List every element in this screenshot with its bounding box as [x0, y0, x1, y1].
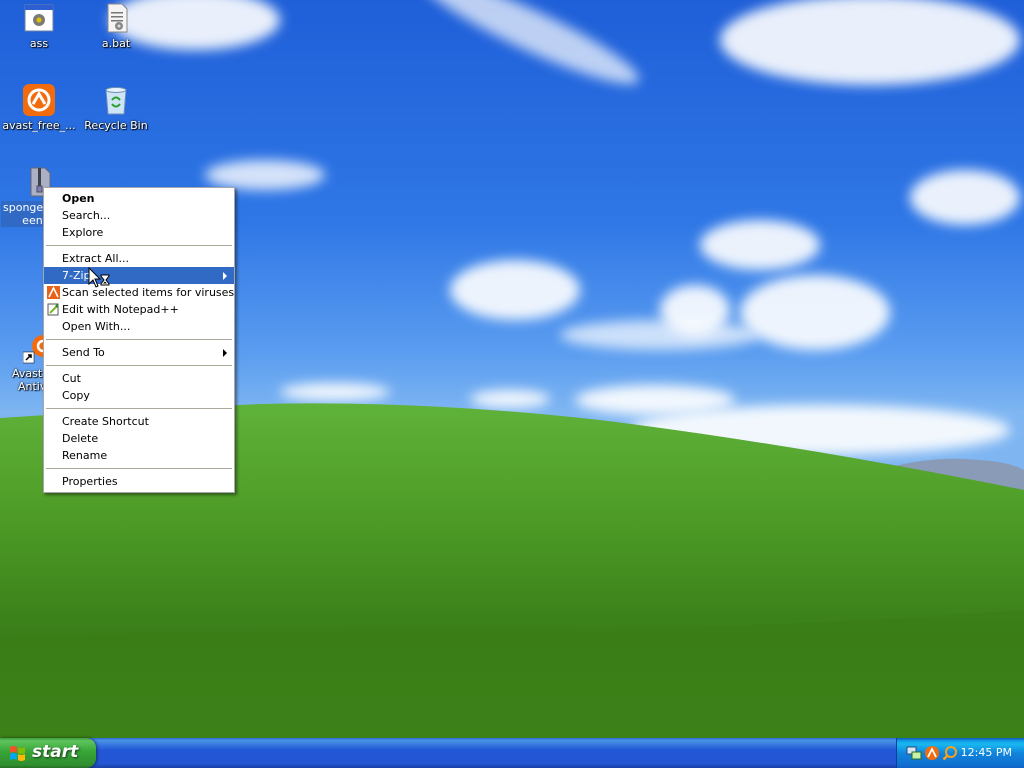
taskbar: start 12:45 PM	[0, 738, 1024, 768]
desktop-icon-ass[interactable]: ass	[1, 2, 77, 50]
menu-item-rename[interactable]: Rename	[44, 447, 234, 464]
taskbar-clock[interactable]: 12:45 PM	[961, 746, 1012, 759]
menu-item-search[interactable]: Search...	[44, 207, 234, 224]
batch-file-icon	[100, 2, 132, 34]
menu-item-delete[interactable]: Delete	[44, 430, 234, 447]
desktop-icon-label: avast_free_...	[2, 119, 76, 132]
menu-item-open-with[interactable]: Open With...	[44, 318, 234, 335]
menu-item-send-to[interactable]: Send To	[44, 344, 234, 361]
menu-item-7zip[interactable]: 7-Zip	[44, 267, 234, 284]
submenu-arrow-icon	[223, 349, 227, 357]
start-label: start	[32, 742, 79, 762]
menu-separator	[46, 245, 232, 246]
recycle-bin-icon	[100, 84, 132, 116]
network-icon[interactable]	[906, 745, 922, 761]
menu-separator	[46, 408, 232, 409]
menu-item-open[interactable]: Open	[44, 190, 234, 207]
menu-item-copy[interactable]: Copy	[44, 387, 234, 404]
system-tray: 12:45 PM	[896, 738, 1024, 768]
submenu-arrow-icon	[223, 272, 227, 280]
windows-logo-icon	[10, 746, 25, 761]
menu-item-scan-viruses[interactable]: Scan selected items for viruses	[44, 284, 234, 301]
desktop-icon-avast-free[interactable]: avast_free_...	[1, 84, 77, 132]
menu-separator	[46, 365, 232, 366]
context-menu[interactable]: Open Search... Explore Extract All... 7-…	[43, 187, 235, 493]
desktop-icon-label: ass	[29, 37, 49, 50]
menu-item-cut[interactable]: Cut	[44, 370, 234, 387]
desktop-icon-label: a.bat	[101, 37, 131, 50]
desktop-icon-label: Recycle Bin	[84, 119, 148, 132]
notepad-plus-plus-icon	[47, 303, 60, 316]
start-button[interactable]: start	[0, 738, 96, 768]
search-tray-icon[interactable]	[942, 745, 958, 761]
desktop-icon-recycle-bin[interactable]: Recycle Bin	[78, 84, 154, 132]
avast-scan-icon	[47, 286, 60, 299]
menu-item-properties[interactable]: Properties	[44, 473, 234, 490]
menu-item-edit-notepadpp[interactable]: Edit with Notepad++	[44, 301, 234, 318]
avast-tray-icon[interactable]	[924, 745, 940, 761]
application-window-icon	[23, 2, 55, 34]
menu-item-create-shortcut[interactable]: Create Shortcut	[44, 413, 234, 430]
menu-item-explore[interactable]: Explore	[44, 224, 234, 241]
menu-separator	[46, 468, 232, 469]
menu-separator	[46, 339, 232, 340]
desktop-icon-a-bat[interactable]: a.bat	[78, 2, 154, 50]
avast-installer-icon	[23, 84, 55, 116]
menu-item-extract-all[interactable]: Extract All...	[44, 250, 234, 267]
desktop[interactable]: ass a.bat avast_free_... Recycle Bin spo…	[0, 0, 1024, 738]
